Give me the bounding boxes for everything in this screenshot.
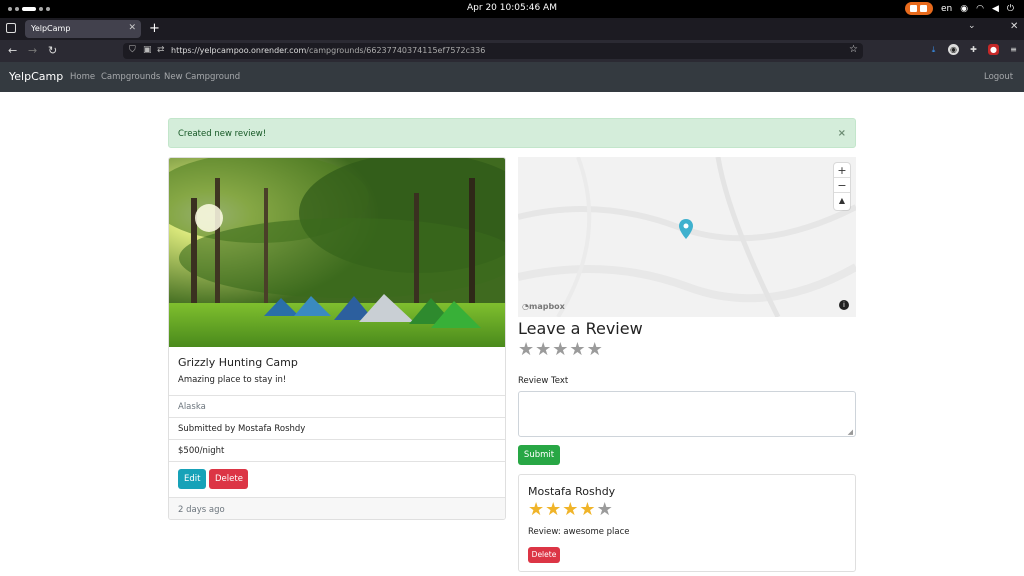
tab-title: YelpCamp <box>31 24 71 33</box>
url-bar[interactable]: ⛉ ▣ ⇄ https://yelpcampoo.onrender.com/ca… <box>123 43 863 59</box>
browser-tab-strip: YelpCamp ✕ + ⌄ ✕ <box>0 18 1024 40</box>
downloads-icon[interactable]: ⤓ <box>928 44 939 55</box>
edit-campground-button[interactable]: Edit <box>178 469 206 489</box>
campground-title: Grizzly Hunting Camp <box>178 356 298 369</box>
campground-card: Grizzly Hunting Camp Amazing place to st… <box>168 157 506 520</box>
lock-icon[interactable]: ▣ <box>143 45 152 55</box>
resize-handle-icon[interactable]: ◢ <box>848 428 853 436</box>
logout-link[interactable]: Logout <box>984 72 1013 82</box>
delete-campground-button[interactable]: Delete <box>209 469 248 489</box>
success-alert: Created new review! × <box>168 118 856 148</box>
campground-description: Amazing place to stay in! <box>178 375 287 385</box>
extensions-icon[interactable]: ✚ <box>968 44 979 55</box>
os-clock[interactable]: Apr 20 10:05:46 AM <box>0 3 1024 13</box>
map-marker-icon[interactable] <box>679 219 693 239</box>
compass-button[interactable]: ▲ <box>834 193 850 208</box>
campground-price: $500/night <box>169 439 505 461</box>
star-icon: ★ <box>562 499 579 520</box>
brand-link[interactable]: YelpCamp <box>9 70 63 83</box>
star-icon[interactable]: ★ <box>569 341 585 359</box>
browser-toolbar: ← → ↻ ⛉ ▣ ⇄ https://yelpcampoo.onrender.… <box>0 40 1024 62</box>
campground-submitter: Submitted by Mostafa Roshdy <box>169 417 505 439</box>
power-icon[interactable]: ⏻ <box>1007 4 1014 14</box>
url-path: /campgrounds/66237740374115ef7572c336 <box>306 46 486 55</box>
reload-icon[interactable]: ↻ <box>48 44 57 57</box>
close-window-icon[interactable]: ✕ <box>1010 21 1018 32</box>
mapbox-logo-text: mapbox <box>528 302 565 311</box>
url-text[interactable]: https://yelpcampoo.onrender.com/campgrou… <box>171 46 485 55</box>
recording-indicator-icon[interactable] <box>904 2 933 15</box>
close-tab-icon[interactable]: ✕ <box>128 23 136 33</box>
rating-input[interactable]: ★ ★ ★ ★ ★ <box>518 341 603 359</box>
review-text-label: Review Text <box>518 376 569 386</box>
os-top-bar: Apr 20 10:05:46 AM en ◉ ◠ ◀ ⏻ <box>0 0 1024 18</box>
volume-icon[interactable]: ◀ <box>992 4 999 14</box>
card-footer-timestamp: 2 days ago <box>169 497 505 519</box>
alert-message: Created new review! <box>178 129 267 139</box>
star-icon: ★ <box>545 499 562 520</box>
review-rating: ★ ★ ★ ★ ★ <box>528 501 613 519</box>
alert-close-icon[interactable]: × <box>838 128 846 139</box>
new-tab-icon[interactable]: + <box>149 21 160 36</box>
browser-tab[interactable]: YelpCamp ✕ <box>25 20 141 38</box>
zoom-in-button[interactable]: + <box>834 163 850 178</box>
campground-image <box>169 158 505 347</box>
campground-location: Alaska <box>169 395 505 417</box>
extension-badge-icon[interactable]: ● <box>988 44 999 55</box>
star-icon: ★ <box>579 499 596 520</box>
site-navbar: YelpCamp Home Campgrounds New Campground… <box>0 62 1024 92</box>
star-icon[interactable]: ★ <box>535 341 551 359</box>
tab-list-chevron-icon[interactable]: ⌄ <box>968 21 976 31</box>
review-card: Mostafa Roshdy ★ ★ ★ ★ ★ Review: awesome pla… <box>518 474 856 572</box>
star-icon: ★ <box>596 499 613 520</box>
review-body: Review: awesome place <box>528 527 630 537</box>
menu-icon[interactable]: ≡ <box>1008 44 1019 55</box>
review-author: Mostafa Roshdy <box>528 485 616 498</box>
review-text-input[interactable]: ◢ <box>518 391 856 437</box>
system-tray-icon[interactable]: ◉ <box>960 4 968 14</box>
map-controls: + − ▲ <box>834 163 850 210</box>
review-form-heading: Leave a Review <box>518 319 643 338</box>
map-info-icon[interactable]: i <box>839 300 849 310</box>
account-icon[interactable]: ◉ <box>948 44 959 55</box>
nav-new-campground-link[interactable]: New Campground <box>164 72 240 82</box>
forward-icon[interactable]: → <box>28 44 37 57</box>
campground-map[interactable] <box>518 157 856 317</box>
submit-review-button[interactable]: Submit <box>518 445 560 465</box>
wifi-icon[interactable]: ◠ <box>976 4 984 14</box>
star-icon: ★ <box>528 499 545 520</box>
permissions-icon[interactable]: ⇄ <box>157 45 165 55</box>
bookmark-star-icon[interactable]: ☆ <box>849 44 858 55</box>
zoom-out-button[interactable]: − <box>834 178 850 193</box>
delete-review-button[interactable]: Delete <box>528 547 560 563</box>
star-icon[interactable]: ★ <box>518 341 534 359</box>
nav-campgrounds-link[interactable]: Campgrounds <box>101 72 160 82</box>
nav-home-link[interactable]: Home <box>70 72 95 82</box>
back-icon[interactable]: ← <box>8 44 17 57</box>
url-host: https://yelpcampoo.onrender.com <box>171 46 307 55</box>
tab-overview-icon[interactable] <box>6 23 16 33</box>
star-icon[interactable]: ★ <box>587 341 603 359</box>
mapbox-logo[interactable]: ◔mapbox <box>522 302 565 311</box>
star-icon[interactable]: ★ <box>552 341 568 359</box>
language-indicator[interactable]: en <box>941 4 952 14</box>
shield-icon[interactable]: ⛉ <box>129 45 136 55</box>
